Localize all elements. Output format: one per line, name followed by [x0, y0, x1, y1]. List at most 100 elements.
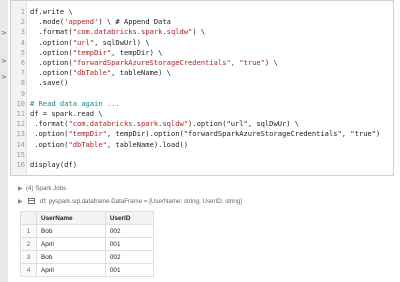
table-row: 3 Bob 002: [20, 250, 155, 264]
userid-cell: 002: [104, 224, 155, 238]
code-comment: # Read data again ...: [30, 98, 120, 108]
line-number: 11: [16, 109, 25, 118]
code-string: 'append': [64, 17, 99, 27]
code-string: "url": [72, 37, 95, 47]
table-header-row: UserName UserID: [20, 211, 155, 225]
row-index: 4: [20, 263, 37, 277]
code-text: df.write \: [30, 7, 73, 17]
code-token: display(df): [30, 160, 77, 169]
spark-jobs-label: (4) Spark Jobs: [26, 185, 67, 192]
code-line[interactable]: 8 .save(): [11, 78, 391, 88]
code-token: , sqlDwUrl) \: [94, 37, 150, 47]
code-string: "com.databricks.spark.sqldw": [72, 27, 193, 37]
column-header-userid[interactable]: UserID: [104, 211, 155, 225]
line-number: 2: [20, 17, 25, 27]
line-number: 14: [16, 139, 25, 149]
code-text: .option("forwardSparkAzureStorageCredent…: [30, 58, 278, 68]
code-token: ) \: [192, 27, 206, 37]
code-string: "forwardSparkAzureStorageCredentials", "…: [72, 58, 265, 67]
code-token: ) \ # Append Data: [98, 17, 171, 27]
expand-arrow-icon: ▶: [18, 186, 23, 192]
code-text: .format("com.databricks.spark.sqldw") \: [30, 27, 206, 37]
code-line[interactable]: 7 .option("dbTable", tableName) \: [11, 68, 391, 78]
code-token: .format(: [30, 119, 69, 129]
index-header: [20, 211, 37, 225]
code-text: .mode('append') \ # Append Data: [30, 17, 171, 27]
code-token: df.write \: [30, 7, 73, 16]
code-token: , tableName).load(): [106, 139, 189, 149]
code-line[interactable]: 13 .option("tempDir", tempDir).option("f…: [11, 129, 391, 139]
left-strip: > > >: [0, 0, 8, 282]
userid-cell: 001: [104, 263, 155, 277]
code-string: "tempDir": [72, 47, 112, 57]
code-line[interactable]: 4 .option("url", sqlDwUrl) \: [11, 38, 391, 48]
code-string: "com.databricks.spark.sqldw": [68, 119, 189, 129]
code-line[interactable]: 10 # Read data again ...: [11, 99, 391, 109]
code-string: "dbTable": [68, 139, 107, 149]
username-cell: Bob: [36, 250, 106, 264]
dataframe-schema-toggle[interactable]: ▶ df: pyspark.sql.dataframe.DataFrame = […: [18, 197, 242, 207]
expand-arrow-icon: ▶: [18, 199, 23, 205]
code-token: , tempDir).option("forwardSparkAzureStor…: [106, 129, 381, 139]
line-number: 9: [20, 88, 25, 98]
code-token: .option(: [30, 58, 73, 67]
code-token: .option(: [30, 139, 69, 149]
code-text: .option("url", sqlDwUrl) \: [30, 38, 150, 48]
line-number: 8: [20, 78, 25, 88]
code-token: , tableName) \: [111, 68, 171, 78]
code-token: .option(: [30, 47, 73, 57]
code-line[interactable]: 2 .mode('append') \ # Append Data: [11, 17, 391, 27]
table-row: 1 Bob 002: [20, 224, 155, 238]
table-row: 2 April 001: [20, 237, 155, 251]
table-icon: [28, 197, 35, 204]
code-line[interactable]: 3 .format("com.databricks.spark.sqldw") …: [11, 27, 391, 37]
code-line[interactable]: 9: [11, 89, 391, 99]
line-number: 10: [16, 98, 25, 108]
code-string: "tempDir": [68, 129, 107, 139]
code-token: .format(: [30, 27, 73, 37]
line-number: 1: [20, 7, 25, 16]
code-token: .option(: [30, 68, 73, 78]
code-line[interactable]: 6 .option("forwardSparkAzureStorageCrede…: [11, 58, 391, 68]
username-cell: April: [36, 237, 106, 251]
line-number: 4: [20, 37, 25, 47]
dataframe-schema: df: pyspark.sql.dataframe.DataFrame = [U…: [40, 198, 243, 205]
table-row: 4 April 001: [20, 263, 155, 277]
line-number: 5: [20, 47, 25, 57]
line-number: 7: [20, 68, 25, 78]
line-number: 3: [20, 27, 25, 37]
code-token: , tempDir) \: [111, 47, 163, 57]
line-number: 12: [16, 119, 25, 129]
code-text: .save(): [30, 78, 69, 88]
code-text: display(df): [30, 160, 77, 170]
line-number: 6: [20, 58, 25, 67]
code-line[interactable]: 15: [11, 150, 391, 160]
code-token: .mode(: [30, 17, 65, 27]
code-token: ).option("url", sqlDwUr) \: [188, 119, 300, 129]
line-number: 13: [16, 129, 25, 139]
code-cell[interactable]: 1 df.write \ 2 .mode('append') \ # Append …: [10, 0, 394, 176]
code-token: df = spark.read \: [30, 109, 103, 118]
code-line[interactable]: 14 .option("dbTable", tableName).load(): [11, 140, 391, 150]
row-index: 3: [20, 250, 37, 264]
code-text: .option("dbTable", tableName).load(): [30, 140, 188, 150]
code-line[interactable]: 11 df = spark.read \: [11, 109, 391, 119]
code-line[interactable]: 5 .option("tempDir", tempDir) \: [11, 48, 391, 58]
strip-marker: >: [1, 73, 7, 81]
code-token: .option(: [30, 37, 73, 47]
code-token: .save(): [30, 78, 69, 88]
code-text: .option("dbTable", tableName) \: [30, 68, 171, 78]
code-line[interactable]: 1 df.write \: [11, 7, 391, 17]
line-number: 16: [16, 160, 25, 169]
code-line[interactable]: 12 .format("com.databricks.spark.sqldw")…: [11, 119, 391, 129]
userid-cell: 001: [104, 237, 155, 251]
spark-jobs-toggle[interactable]: ▶ (4) Spark Jobs: [18, 184, 66, 194]
code-text: .option("tempDir", tempDir).option("forw…: [30, 129, 380, 139]
username-cell: April: [36, 263, 106, 277]
username-cell: Bob: [36, 224, 106, 238]
column-header-username[interactable]: UserName: [36, 211, 106, 225]
code-line[interactable]: 16 display(df): [11, 160, 391, 170]
line-number: 15: [16, 149, 25, 159]
strip-marker: >: [1, 57, 7, 65]
code-token: .option(: [30, 129, 69, 139]
